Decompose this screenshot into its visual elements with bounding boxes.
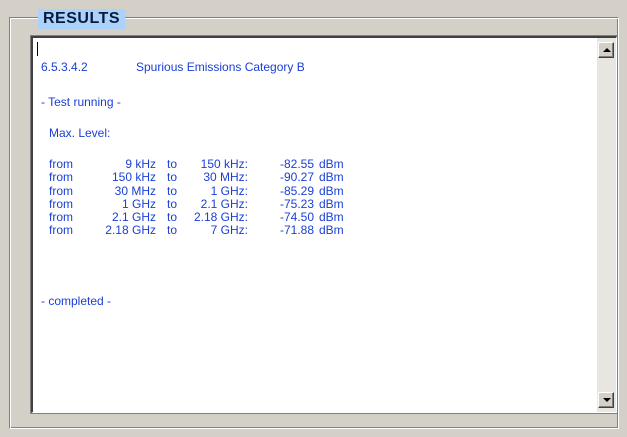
- vertical-scrollbar[interactable]: [597, 38, 616, 412]
- level-unit: dBm: [319, 183, 344, 198]
- from-label: from: [49, 183, 73, 198]
- level-value: -74.50: [279, 210, 314, 225]
- level-unit: dBm: [319, 196, 344, 211]
- level-value: -75.23: [279, 196, 314, 211]
- section-title: Spurious Emissions Category B: [136, 60, 305, 74]
- level-unit: dBm: [319, 223, 344, 238]
- test-completed-status: - completed -: [41, 294, 112, 308]
- max-level-label: Max. Level:: [49, 126, 111, 140]
- level-value: -71.88: [279, 223, 314, 238]
- test-running-status: - Test running -: [41, 95, 121, 109]
- from-label: from: [49, 223, 73, 238]
- stop-frequency: 7 GHz:: [210, 223, 248, 238]
- start-frequency: 2.18 GHz: [105, 223, 156, 238]
- stop-frequency: 1 GHz:: [210, 183, 248, 198]
- from-label: from: [49, 210, 73, 225]
- level-value: -90.27: [279, 170, 314, 185]
- level-unit: dBm: [319, 210, 344, 225]
- arrow-up-icon: [603, 48, 611, 52]
- stop-frequency: 2.18 GHz:: [193, 210, 248, 225]
- to-label: to: [167, 223, 178, 238]
- to-label: to: [167, 170, 178, 185]
- level-unit: dBm: [319, 170, 344, 185]
- results-content: 6.5.3.4.2 Spurious Emissions Category B …: [41, 60, 590, 408]
- results-text-area[interactable]: 6.5.3.4.2 Spurious Emissions Category B …: [30, 35, 618, 414]
- level-unit: dBm: [319, 157, 344, 171]
- results-group-title: RESULTS: [38, 9, 125, 29]
- stop-frequency: 150 kHz:: [200, 157, 248, 171]
- start-frequency: 1 GHz: [121, 196, 156, 211]
- scroll-up-button[interactable]: [598, 42, 614, 58]
- start-frequency: 9 kHz: [125, 157, 156, 171]
- stop-frequency: 30 MHz:: [203, 170, 248, 185]
- to-label: to: [167, 183, 178, 198]
- scroll-down-button[interactable]: [598, 392, 614, 408]
- arrow-down-icon: [603, 398, 611, 402]
- to-label: to: [167, 157, 178, 171]
- section-number: 6.5.3.4.2: [41, 60, 88, 74]
- stop-frequency: 2.1 GHz:: [200, 196, 248, 211]
- level-value: -85.29: [279, 183, 314, 198]
- text-caret: [37, 42, 38, 56]
- from-label: from: [49, 170, 73, 185]
- start-frequency: 150 kHz: [111, 170, 156, 185]
- from-label: from: [49, 157, 73, 171]
- to-label: to: [167, 196, 178, 211]
- from-label: from: [49, 196, 73, 211]
- start-frequency: 30 MHz: [114, 183, 156, 198]
- to-label: to: [167, 210, 178, 225]
- level-value: -82.55: [279, 157, 314, 171]
- start-frequency: 2.1 GHz: [111, 210, 156, 225]
